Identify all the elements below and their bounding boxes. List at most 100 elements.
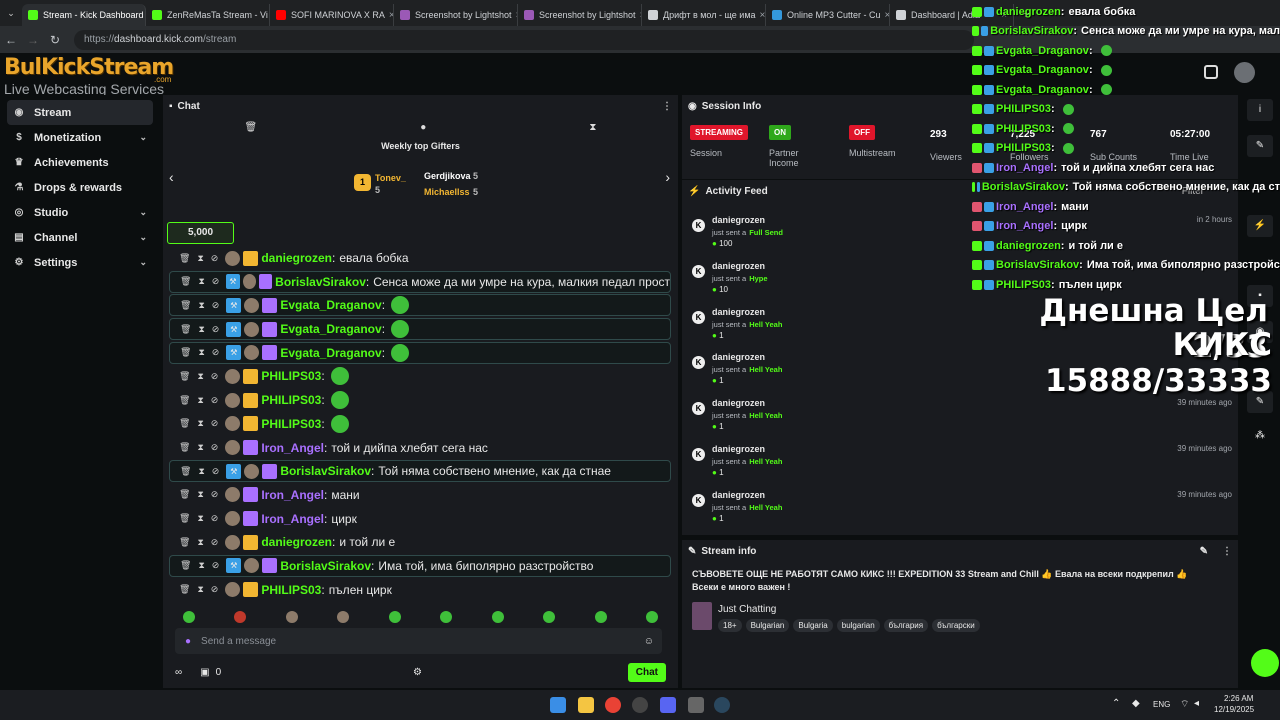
timeout-icon[interactable]: ⧗ [198, 560, 204, 571]
ban-icon[interactable]: ⊘ [211, 371, 219, 382]
ban-icon[interactable]: ⊘ [212, 276, 220, 287]
trash-icon[interactable]: 🗑 [179, 253, 190, 264]
ban-icon[interactable]: ⊘ [211, 513, 219, 524]
sidebar-item-achievements[interactable]: ♛ Achievements [7, 150, 153, 175]
trash-icon[interactable]: 🗑 [179, 584, 190, 595]
sidebar-item-stream[interactable]: ◉ Stream [7, 100, 153, 125]
sidebar-item-channel[interactable]: ▤ Channel ⌄ [7, 225, 153, 250]
volume-icon[interactable]: ◂ [1194, 698, 1199, 709]
sidebar-item-monetization[interactable]: $ Monetization ⌄ [7, 125, 153, 150]
ban-icon[interactable]: ⊘ [212, 300, 220, 311]
stream-tag[interactable]: 18+ [718, 619, 742, 632]
timeout-icon[interactable]: ⧗ [198, 347, 204, 358]
stream-tag[interactable]: Bulgarian [745, 619, 790, 632]
ban-icon[interactable]: ⊘ [211, 395, 219, 406]
chat-menu-icon[interactable]: ⋮ [662, 101, 672, 112]
chat-username[interactable]: daniegrozen [261, 251, 332, 265]
reload-icon[interactable]: ↻ [44, 33, 66, 47]
tray-chevron-icon[interactable]: ⌃ [1112, 698, 1120, 709]
activity-user[interactable]: daniegrozen [712, 444, 765, 454]
emote-icon[interactable] [594, 611, 607, 623]
chat-settings-icon[interactable]: ⚙ [413, 667, 422, 678]
emote-icon[interactable] [234, 611, 247, 623]
browser-tab[interactable]: Screenshot by Lightshot× [518, 4, 642, 26]
stream-info-menu-icon[interactable]: ⋮ [1222, 546, 1232, 557]
browser-tab[interactable]: Online MP3 Cutter - Cu × [766, 4, 890, 26]
chat-username[interactable]: Iron_Angel [261, 441, 324, 455]
browser-tab[interactable]: Stream - Kick Dashboard× [22, 4, 146, 26]
chat-bubble-icon[interactable]: ● [420, 122, 426, 133]
tab-close-icon[interactable]: × [385, 10, 393, 21]
sidebar-item-settings[interactable]: ⚙ Settings ⌄ [7, 250, 153, 275]
ban-icon[interactable]: ⊘ [211, 584, 219, 595]
trash-icon[interactable]: 🗑 [180, 324, 191, 335]
timeout-icon[interactable]: ⧗ [197, 489, 203, 500]
trash-icon[interactable]: 🗑 [179, 489, 190, 500]
emote-icon[interactable] [337, 611, 350, 623]
activity-user[interactable]: daniegrozen [712, 490, 765, 500]
steam-icon[interactable] [714, 697, 730, 713]
trash-icon[interactable]: 🗑 [179, 442, 190, 453]
ban-icon[interactable]: ⊘ [212, 347, 220, 358]
stream-tag[interactable]: bulgarian [836, 619, 880, 632]
activity-user[interactable]: daniegrozen [712, 215, 765, 225]
chevron-right-icon[interactable]: › [665, 169, 670, 185]
emote-icon[interactable] [491, 611, 504, 623]
trash-icon[interactable]: 🗑 [179, 537, 190, 548]
browser-tab[interactable]: Дрифт в мол - ще има × [642, 4, 766, 26]
activity-user[interactable]: daniegrozen [712, 307, 765, 317]
timeout-icon[interactable]: ⧗ [197, 418, 203, 429]
ban-icon[interactable]: ⊘ [211, 418, 219, 429]
stream-tag[interactable]: Bulgaria [793, 619, 833, 632]
send-chat-button[interactable]: Chat [627, 662, 666, 682]
tab-menu-button[interactable]: ⌄ [0, 8, 22, 19]
chat-username[interactable]: PHILIPS03 [261, 369, 321, 383]
forward-icon[interactable]: → [22, 33, 44, 47]
timeout-icon[interactable]: ⧗ [198, 466, 204, 477]
clock-date[interactable]: 12/19/2025 [1214, 705, 1254, 714]
share-icon[interactable]: ⁂ [1247, 425, 1273, 447]
sidebar-item-drops-rewards[interactable]: ⚗ Drops & rewards [7, 175, 153, 200]
trash-icon[interactable]: 🗑 [179, 513, 190, 524]
wifi-icon[interactable]: ⌔ [1180, 698, 1189, 711]
mic-icon[interactable]: ● [185, 636, 191, 647]
discord-icon[interactable] [660, 697, 676, 713]
tab-close-icon[interactable]: × [756, 10, 765, 21]
activity-user[interactable]: daniegrozen [712, 398, 765, 408]
chat-username[interactable]: PHILIPS03 [261, 583, 321, 597]
ban-icon[interactable]: ⊘ [212, 560, 220, 571]
ban-icon[interactable]: ⊘ [211, 537, 219, 548]
emote-icon[interactable] [440, 611, 453, 623]
timeout-icon[interactable]: ⧗ [197, 253, 203, 264]
ban-icon[interactable]: ⊘ [211, 442, 219, 453]
chevron-left-icon[interactable]: ‹ [169, 169, 174, 185]
browser-tab[interactable]: Screenshot by Lightshot× [394, 4, 518, 26]
back-icon[interactable]: ← [0, 33, 22, 47]
clock-time[interactable]: 2:26 AM [1224, 694, 1253, 703]
timeout-icon[interactable]: ⧗ [198, 276, 204, 287]
chat-username[interactable]: Iron_Angel [261, 488, 324, 502]
chat-username[interactable]: PHILIPS03 [261, 393, 321, 407]
emote-icon[interactable] [543, 611, 556, 623]
trash-icon[interactable]: 🗑 [245, 122, 258, 133]
timeout-icon[interactable]: ⧗ [197, 584, 203, 595]
trash-icon[interactable]: 🗑 [179, 395, 190, 406]
emoji-icon[interactable]: ☺ [644, 636, 654, 647]
chat-username[interactable]: Iron_Angel [261, 512, 324, 526]
chat-username[interactable]: Evgata_Draganov [280, 346, 381, 360]
ban-icon[interactable]: ⊘ [211, 253, 219, 264]
windows-start-icon[interactable] [550, 697, 566, 713]
app-icon[interactable] [688, 697, 704, 713]
trash-icon[interactable]: 🗑 [180, 466, 191, 477]
url-field[interactable]: https://dashboard.kick.com/stream [74, 29, 974, 50]
chat-username[interactable]: BorislavSirakov [280, 559, 371, 573]
timeout-icon[interactable]: ⧗ [197, 537, 203, 548]
emote-icon[interactable] [388, 611, 401, 623]
timeout-icon[interactable]: ⧗ [198, 300, 204, 311]
ban-icon[interactable]: ⊘ [212, 324, 220, 335]
hourglass-icon[interactable]: ⧗ [589, 122, 596, 133]
timeout-icon[interactable]: ⧗ [198, 324, 204, 335]
trash-icon[interactable]: 🗑 [179, 371, 190, 382]
chat-username[interactable]: BorislavSirakov [280, 464, 371, 478]
chat-username[interactable]: daniegrozen [261, 535, 332, 549]
